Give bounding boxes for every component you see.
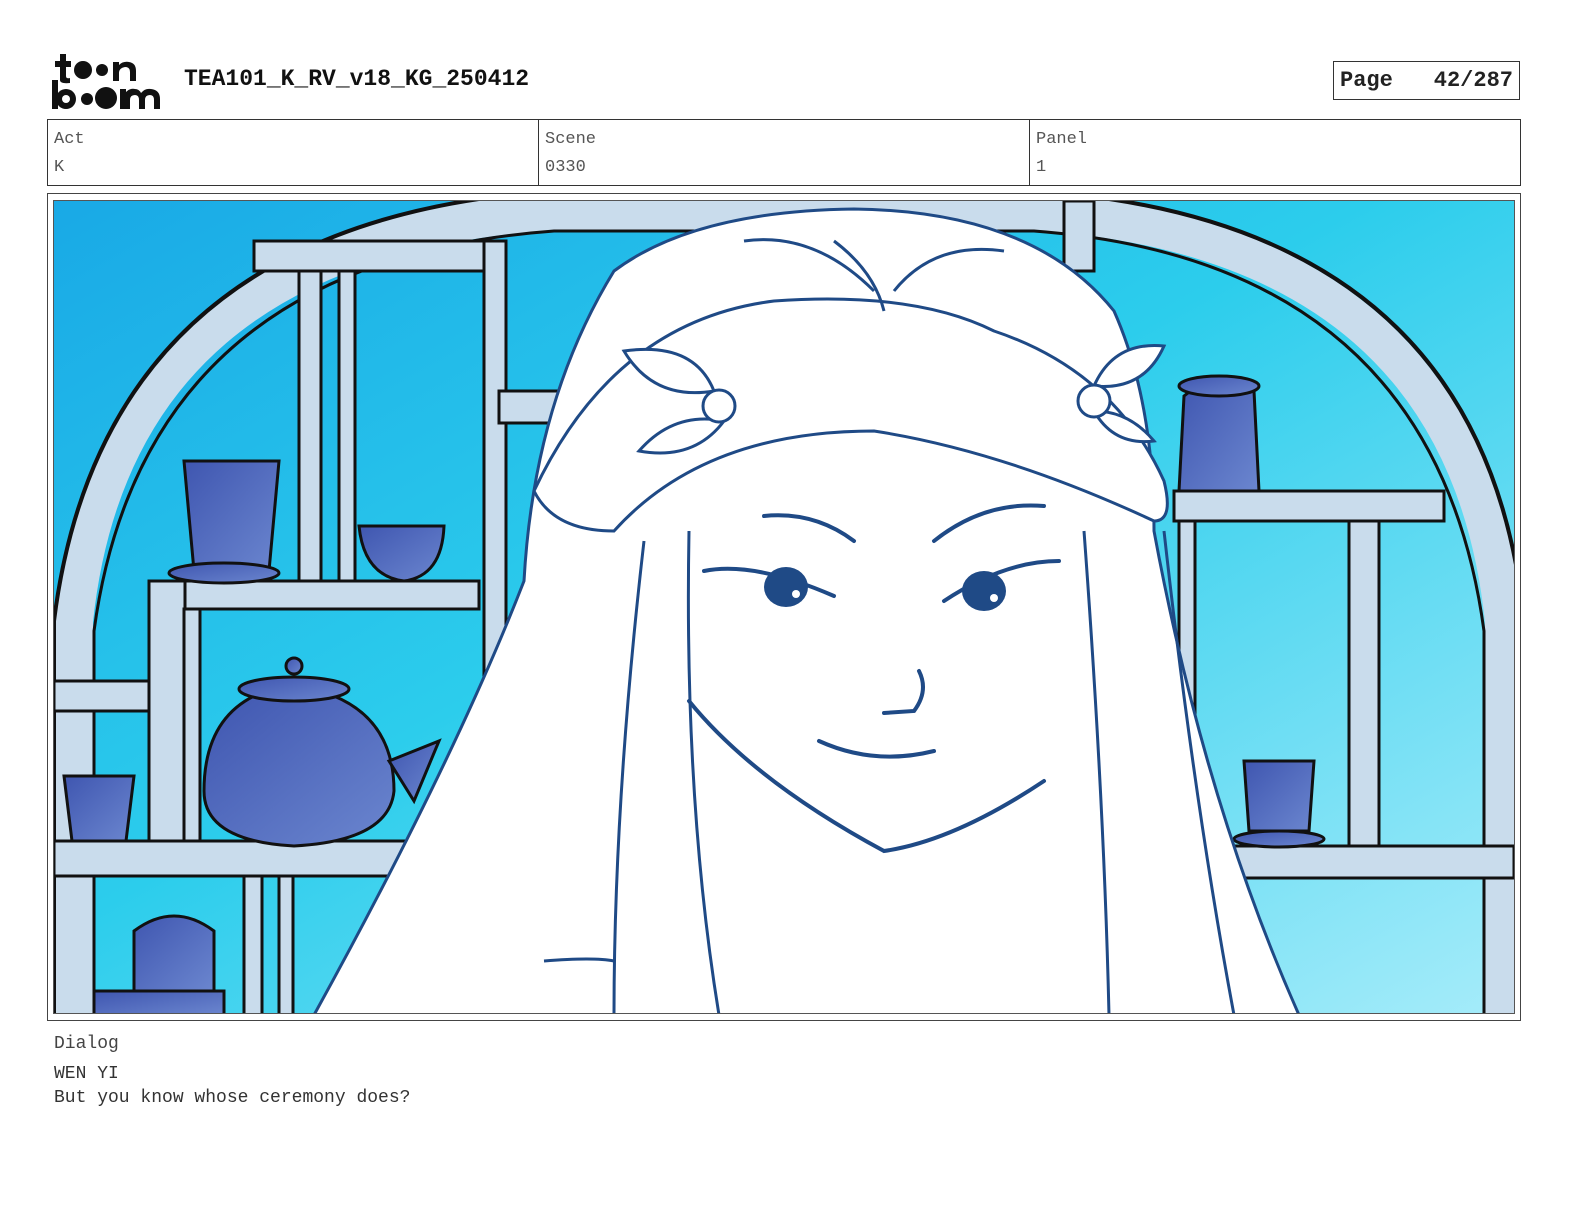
dialog-speaker: WEN YI: [54, 1064, 119, 1084]
page-indicator: Page 42/287: [1333, 61, 1520, 100]
panel-value: 1: [1036, 158, 1047, 177]
document-title: TEA101_K_RV_v18_KG_250412: [184, 66, 530, 92]
act-cell: Act K: [48, 120, 539, 185]
scene-label: Scene: [545, 130, 597, 149]
panel-label: Panel: [1036, 130, 1088, 149]
act-label: Act: [54, 130, 85, 149]
scene-cell: Scene 0330: [539, 120, 1030, 185]
storyboard-panel-image: [53, 200, 1515, 1014]
toonboom-logo: [50, 50, 162, 112]
page-label: Page: [1340, 68, 1393, 93]
dialog-label: Dialog: [54, 1034, 119, 1054]
scene-value: 0330: [545, 158, 586, 177]
act-value: K: [54, 158, 65, 177]
storyboard-panel-frame: [47, 193, 1521, 1021]
dialog-line: But you know whose ceremony does?: [54, 1088, 411, 1108]
panel-cell: Panel 1: [1030, 120, 1520, 185]
page-number: 42/287: [1433, 68, 1513, 93]
panel-meta-table: Act K Scene 0330 Panel 1: [47, 119, 1521, 186]
